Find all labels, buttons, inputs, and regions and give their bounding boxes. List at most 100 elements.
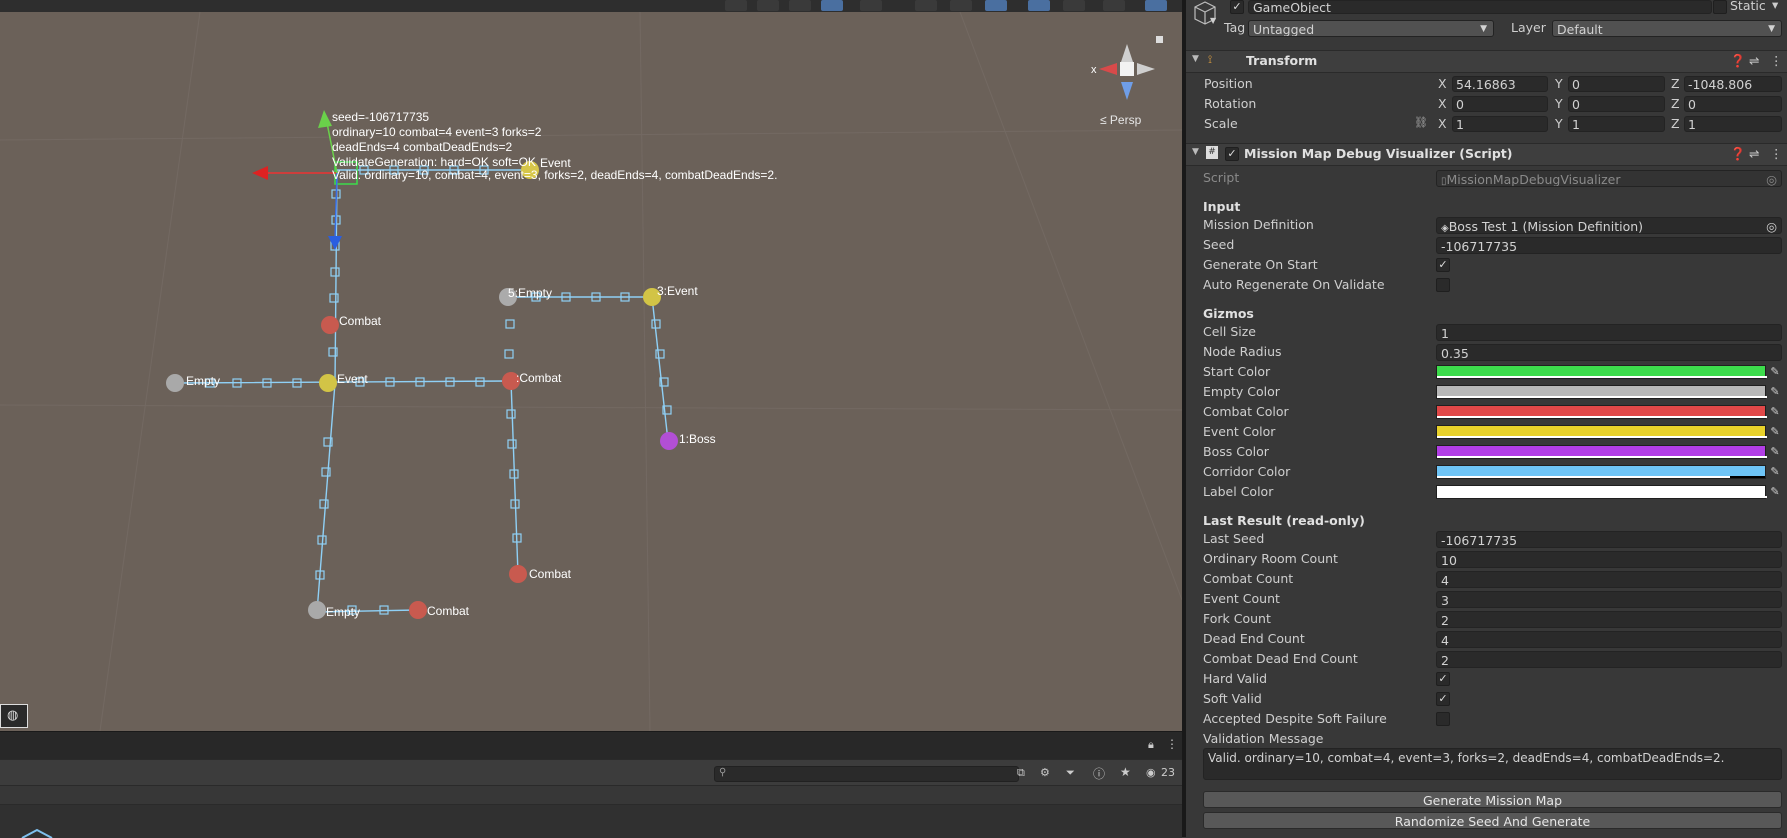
axis-x-label: X (1438, 96, 1447, 111)
validation-message-field[interactable]: Valid. ordinary=10, combat=4, event=3, f… (1203, 748, 1782, 780)
tag-dropdown[interactable]: Untagged ▼ (1248, 20, 1494, 37)
combat-dead-end-count-field[interactable]: 2 (1436, 651, 1782, 668)
label-combat-bottom-right: Combat (529, 567, 572, 581)
more-menu-icon[interactable]: ⋮ (1770, 146, 1783, 161)
tag-label: Tag (1224, 20, 1246, 35)
component-enabled-checkbox[interactable]: ✓ (1225, 147, 1239, 161)
more-menu-icon[interactable]: ⋮ (1166, 737, 1178, 751)
randomize-seed-and-generate-button[interactable]: Randomize Seed And Generate (1203, 812, 1782, 829)
transform-header[interactable]: ▼ ⟟ Transform ❓ ⇌ ⋮ (1186, 50, 1787, 73)
orientation-gizmo: x ≤ Persp (1091, 36, 1163, 127)
persp-label: ≤ Persp (1100, 113, 1142, 127)
mission-definition-field[interactable]: ◈Boss Test 1 (Mission Definition) ◎ (1436, 217, 1782, 234)
more-menu-icon[interactable]: ⋮ (1770, 53, 1783, 68)
preset-icon[interactable]: ⇌ (1749, 53, 1759, 68)
gizmo-y-arrow (318, 110, 332, 128)
rotation-y-field[interactable]: 0 (1568, 96, 1665, 112)
ordinary-room-count-field[interactable]: 10 (1436, 551, 1782, 568)
static-dropdown-icon[interactable]: ▾ (1772, 0, 1778, 12)
empty-color-field[interactable] (1436, 385, 1767, 399)
scale-label: Scale (1204, 116, 1238, 131)
generate-mission-map-button[interactable]: Generate Mission Map (1203, 791, 1782, 808)
console-star-icon[interactable]: ★ (1120, 765, 1131, 779)
node-empty-left (166, 374, 184, 392)
console-info-icon[interactable]: ⓘ (1093, 765, 1105, 782)
start-color-field[interactable] (1436, 365, 1767, 379)
node-combat-bottom-right (509, 565, 527, 583)
object-picker-icon[interactable]: ◎ (1766, 171, 1777, 186)
label-color-field[interactable] (1436, 485, 1767, 499)
fork-count-field[interactable]: 2 (1436, 611, 1782, 628)
combat-color-field[interactable] (1436, 405, 1767, 419)
dead-end-count-field[interactable]: 4 (1436, 631, 1782, 648)
scale-y-field[interactable]: 1 (1568, 116, 1665, 132)
corridor-color-field[interactable] (1436, 465, 1766, 479)
help-icon[interactable]: ❓ (1730, 53, 1746, 69)
position-z-field[interactable]: -1048.806 (1684, 76, 1782, 92)
soft-valid-checkbox[interactable]: ✓ (1436, 692, 1450, 706)
label-combat-bottom: Combat (427, 604, 470, 618)
position-label: Position (1204, 76, 1253, 91)
generate-on-start-checkbox[interactable]: ✓ (1436, 258, 1450, 272)
unity-logo-icon (21, 828, 53, 838)
layer-dropdown[interactable]: Default ▼ (1552, 20, 1782, 37)
eyedropper-icon[interactable]: ✎ (1768, 365, 1782, 379)
axis-x-label: X (1438, 116, 1447, 131)
gameobject-name-field[interactable]: GameObject (1248, 0, 1712, 14)
label-empty-left: Empty (186, 374, 220, 388)
foldout-arrow-icon[interactable]: ▼ (1192, 54, 1199, 64)
combat-count-field[interactable]: 4 (1436, 571, 1782, 588)
node-radius-field[interactable]: 0.35 (1436, 344, 1782, 361)
console-filter-icon[interactable]: ⧉ (1017, 766, 1025, 780)
hard-valid-checkbox[interactable]: ✓ (1436, 672, 1450, 686)
foldout-arrow-icon[interactable]: ▼ (1192, 147, 1199, 157)
axis-y-label: Y (1555, 76, 1563, 91)
eyedropper-icon[interactable]: ✎ (1768, 385, 1782, 399)
console-settings-icon[interactable]: ⚙ (1040, 766, 1050, 779)
preset-icon[interactable]: ⇌ (1749, 146, 1759, 161)
accepted-despite-soft-failure-checkbox[interactable] (1436, 712, 1450, 726)
object-picker-icon[interactable]: ◎ (1766, 218, 1777, 233)
static-label: Static (1730, 0, 1766, 13)
transform-title: Transform (1246, 53, 1318, 68)
position-y-field[interactable]: 0 (1568, 76, 1665, 92)
console-eye-icon[interactable]: ◉ (1146, 766, 1156, 779)
mission-definition-label: Mission Definition (1203, 217, 1314, 232)
script-component-header[interactable]: ▼ # ✓ Mission Map Debug Visualizer (Scri… (1186, 143, 1787, 166)
auto-regenerate-checkbox[interactable] (1436, 278, 1450, 292)
constrain-proportions-icon[interactable]: ⛓ (1414, 116, 1428, 129)
event-count-field[interactable]: 3 (1436, 591, 1782, 608)
event-color-field[interactable] (1436, 425, 1767, 439)
boss-color-label: Boss Color (1203, 444, 1269, 459)
boss-color-field[interactable] (1436, 445, 1767, 459)
static-checkbox[interactable] (1713, 0, 1727, 14)
eyedropper-icon[interactable]: ✎ (1768, 485, 1782, 499)
scene-overlay-toggle[interactable]: ◍ (0, 704, 28, 728)
last-seed-field[interactable]: -106717735 (1436, 531, 1782, 548)
eyedropper-icon[interactable]: ✎ (1768, 425, 1782, 439)
console-tag-icon[interactable]: ⏷ (1066, 766, 1075, 780)
eyedropper-icon[interactable]: ✎ (1768, 445, 1782, 459)
help-icon[interactable]: ❓ (1730, 146, 1746, 162)
start-color-label: Start Color (1203, 364, 1271, 379)
cell-size-field[interactable]: 1 (1436, 324, 1782, 341)
rotation-label: Rotation (1204, 96, 1257, 111)
script-component-title: Mission Map Debug Visualizer (Script) (1244, 146, 1513, 161)
gameobject-active-checkbox[interactable]: ✓ (1230, 0, 1244, 14)
scene-view[interactable]: Event Combat Empty Event :Combat 5:Empty… (0, 0, 1182, 731)
layer-label: Layer (1511, 20, 1546, 35)
rotation-z-field[interactable]: 0 (1684, 96, 1782, 112)
position-x-field[interactable]: 54.16863 (1452, 76, 1548, 92)
eyedropper-icon[interactable]: ✎ (1768, 405, 1782, 419)
lock-icon[interactable]: 🔒︎ (1148, 738, 1154, 752)
overlay-line-4: ValidateGeneration: hard=OK soft=OK (332, 155, 536, 169)
cube-dropdown-icon[interactable]: ▼ (1210, 16, 1216, 25)
cell-size-label: Cell Size (1203, 324, 1256, 339)
overlay-line-2: ordinary=10 combat=4 event=3 forks=2 (332, 125, 542, 139)
rotation-x-field[interactable]: 0 (1452, 96, 1548, 112)
scale-x-field[interactable]: 1 (1452, 116, 1548, 132)
scale-z-field[interactable]: 1 (1684, 116, 1782, 132)
console-search-input[interactable]: ⚲ (714, 766, 1019, 782)
seed-field[interactable]: -106717735 (1436, 237, 1782, 254)
eyedropper-icon[interactable]: ✎ (1768, 465, 1782, 479)
